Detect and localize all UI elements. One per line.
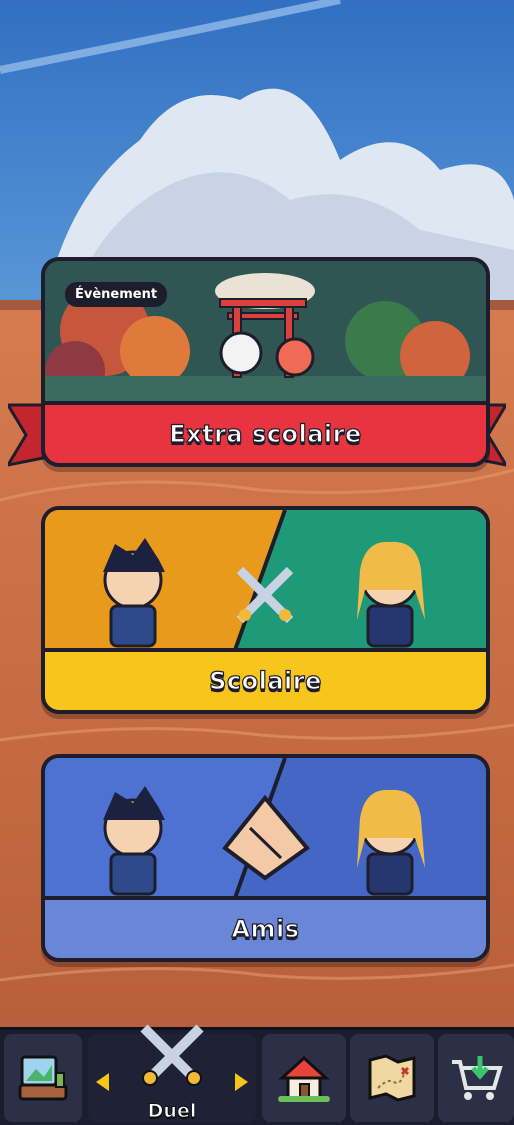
friends-mode-card[interactable]: Amis xyxy=(41,754,490,962)
event-mode-card[interactable]: Évènement Extra scolaire xyxy=(41,257,490,467)
map-icon xyxy=(368,1054,416,1102)
nav-item-map[interactable] xyxy=(350,1034,434,1122)
nav-item-duel[interactable]: Duel xyxy=(88,1024,256,1123)
school-mode-card[interactable]: Scolaire xyxy=(41,506,490,714)
friends-label-bar: Amis xyxy=(45,896,486,958)
event-label-bar: Extra scolaire xyxy=(45,401,486,463)
nav-item-shop[interactable] xyxy=(438,1034,514,1122)
gallery-shop-icon xyxy=(18,1055,68,1101)
next-arrow-icon[interactable] xyxy=(235,1073,248,1091)
previous-arrow-icon[interactable] xyxy=(96,1073,109,1091)
friends-mode-title: Amis xyxy=(231,914,300,943)
bottom-navigation: Duel xyxy=(0,1024,514,1125)
nav-duel-label: Duel xyxy=(147,1100,197,1123)
cart-icon xyxy=(452,1056,503,1100)
home-icon xyxy=(278,1055,330,1102)
nav-item-home[interactable] xyxy=(262,1034,346,1122)
event-badge: Évènement xyxy=(65,282,168,307)
school-mode-title: Scolaire xyxy=(209,666,322,695)
nav-item-gallery[interactable] xyxy=(4,1034,82,1122)
crossed-swords-icon xyxy=(140,1024,204,1086)
school-label-bar: Scolaire xyxy=(45,648,486,710)
event-mode-title: Extra scolaire xyxy=(169,419,362,448)
